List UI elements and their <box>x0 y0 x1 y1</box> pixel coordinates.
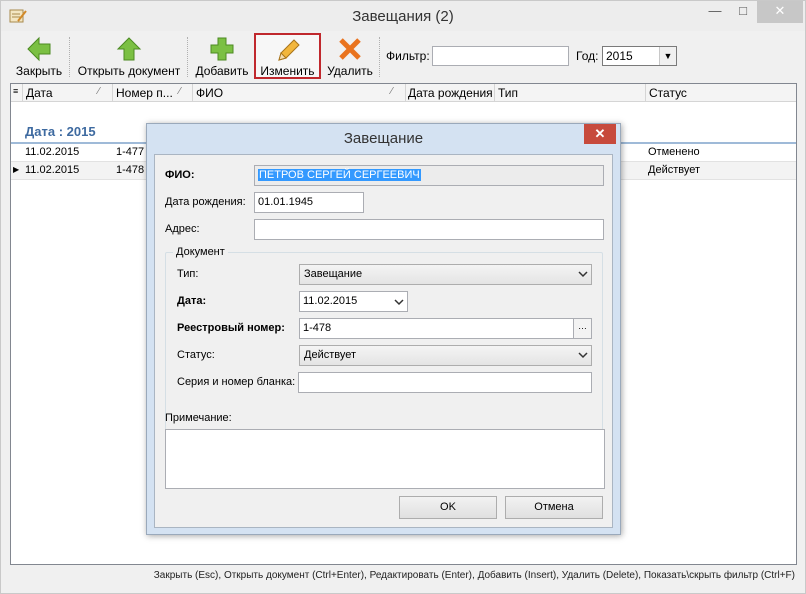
date-label: Дата: <box>177 295 207 307</box>
column-fio[interactable]: ФИО <box>196 86 223 100</box>
note-label: Примечание: <box>165 412 232 424</box>
status-value: Действует <box>304 349 357 361</box>
dialog-title: Завещание <box>343 130 424 147</box>
shortcut-hints: Закрыть (Esc), Открыть документ (Ctrl+En… <box>153 570 795 581</box>
status-label: Статус: <box>177 349 215 361</box>
ok-button[interactable]: OK <box>399 496 497 519</box>
year-select[interactable]: 2015 ▼ <box>602 46 677 66</box>
dialog-body: ФИО: ПЕТРОВ СЕРГЕЙ СЕРГЕЕВИЧ Дата рожден… <box>154 154 613 528</box>
close-icon: ✕ <box>594 126 606 141</box>
dialog-close-button[interactable]: ✕ <box>584 124 616 144</box>
main-window: Завещания (2) — □ ✕ Закрыть Открыть доку… <box>0 0 806 594</box>
column-number[interactable]: Номер п... <box>116 86 173 100</box>
row-status: Действует <box>648 164 701 176</box>
edit-button[interactable]: Изменить <box>254 33 321 79</box>
chevron-down-icon[interactable] <box>394 296 404 308</box>
filter-input[interactable] <box>432 46 569 66</box>
delete-x-icon <box>339 38 361 60</box>
add-button[interactable]: Добавить <box>193 33 251 79</box>
chevron-down-icon: ▼ <box>659 47 676 65</box>
row-date: 11.02.2015 <box>25 146 80 158</box>
year-label: Год: <box>576 49 599 63</box>
grid-header: ≡ Дата ⁄ Номер п... ⁄ ФИО ⁄ Дата рождени… <box>11 84 796 102</box>
birth-date-label: Дата рождения: <box>165 196 246 208</box>
registry-number-value: 1-478 <box>303 322 332 334</box>
blank-series-label: Серия и номер бланка: <box>177 376 296 388</box>
status-bar: Закрыть (Esc), Открыть документ (Ctrl+En… <box>1 566 805 593</box>
maximize-icon: □ <box>739 3 747 18</box>
type-label: Тип: <box>177 268 199 280</box>
row-number: 1-478 <box>116 164 145 176</box>
close-icon: ✕ <box>774 3 786 18</box>
type-select[interactable]: Завещание <box>299 264 592 285</box>
plus-icon <box>210 37 234 61</box>
close-button[interactable]: Закрыть <box>11 33 67 79</box>
column-chooser-icon[interactable]: ≡ <box>13 86 18 96</box>
note-textarea[interactable] <box>165 429 605 489</box>
type-value: Завещание <box>304 268 363 280</box>
registry-number-field[interactable]: 1-478 … <box>299 318 592 339</box>
sort-icon: ⁄ <box>179 86 181 97</box>
fio-field[interactable]: ПЕТРОВ СЕРГЕЙ СЕРГЕЕВИЧ <box>254 165 604 186</box>
filter-label: Фильтр: <box>386 49 430 63</box>
toolbar-separator <box>69 37 70 77</box>
group-title: Дата : 2015 <box>25 124 96 139</box>
fio-label: ФИО: <box>165 169 195 181</box>
date-field[interactable]: 11.02.2015 <box>299 291 408 312</box>
toolbar-separator <box>379 37 380 77</box>
row-date: 11.02.2015 <box>25 164 80 176</box>
arrow-up-icon <box>116 37 142 61</box>
sort-icon: ⁄ <box>391 86 393 97</box>
cancel-button[interactable]: Отмена <box>505 496 603 519</box>
sort-icon: ⁄ <box>98 86 100 97</box>
pencil-icon <box>277 39 300 61</box>
blank-series-field[interactable] <box>298 372 592 393</box>
row-status: Отменено <box>648 146 700 158</box>
column-date[interactable]: Дата <box>26 86 53 100</box>
date-value: 11.02.2015 <box>303 295 358 307</box>
birth-date-field[interactable]: 01.01.1945 <box>254 192 364 213</box>
close-button-label: Закрыть <box>15 64 63 78</box>
row-number: 1-477 <box>116 146 145 158</box>
address-label: Адрес: <box>165 223 200 235</box>
minimize-icon: — <box>708 3 722 18</box>
chevron-down-icon <box>578 271 588 278</box>
address-field[interactable] <box>254 219 604 240</box>
registry-number-label: Реестровый номер: <box>177 322 285 334</box>
column-birth-date[interactable]: Дата рождения <box>408 86 493 100</box>
open-document-button[interactable]: Открыть документ <box>75 33 183 79</box>
edit-button-label: Изменить <box>260 64 315 78</box>
column-type[interactable]: Тип <box>498 86 518 100</box>
status-select[interactable]: Действует <box>299 345 592 366</box>
arrow-left-icon <box>27 36 51 62</box>
minimize-button[interactable]: — <box>701 1 729 23</box>
delete-button-label: Удалить <box>327 64 373 78</box>
maximize-button[interactable]: □ <box>729 1 757 23</box>
add-button-label: Добавить <box>195 64 249 78</box>
chevron-down-icon <box>578 352 588 359</box>
fio-value: ПЕТРОВ СЕРГЕЙ СЕРГЕЕВИЧ <box>258 169 421 181</box>
window-title: Завещания (2) <box>352 8 454 25</box>
document-group-label: Документ <box>173 246 228 258</box>
will-dialog: Завещание ✕ ФИО: ПЕТРОВ СЕРГЕЙ СЕРГЕЕВИЧ… <box>146 123 621 535</box>
year-value: 2015 <box>606 49 633 63</box>
ellipsis-button[interactable]: … <box>573 319 591 338</box>
column-status[interactable]: Статус <box>649 86 687 100</box>
close-window-button[interactable]: ✕ <box>757 1 803 23</box>
title-bar: Завещания (2) — □ ✕ <box>1 1 805 31</box>
row-indicator-icon: ▶ <box>13 165 20 174</box>
toolbar-separator <box>187 37 188 77</box>
open-document-label: Открыть документ <box>77 64 181 78</box>
delete-button[interactable]: Удалить <box>325 33 375 79</box>
